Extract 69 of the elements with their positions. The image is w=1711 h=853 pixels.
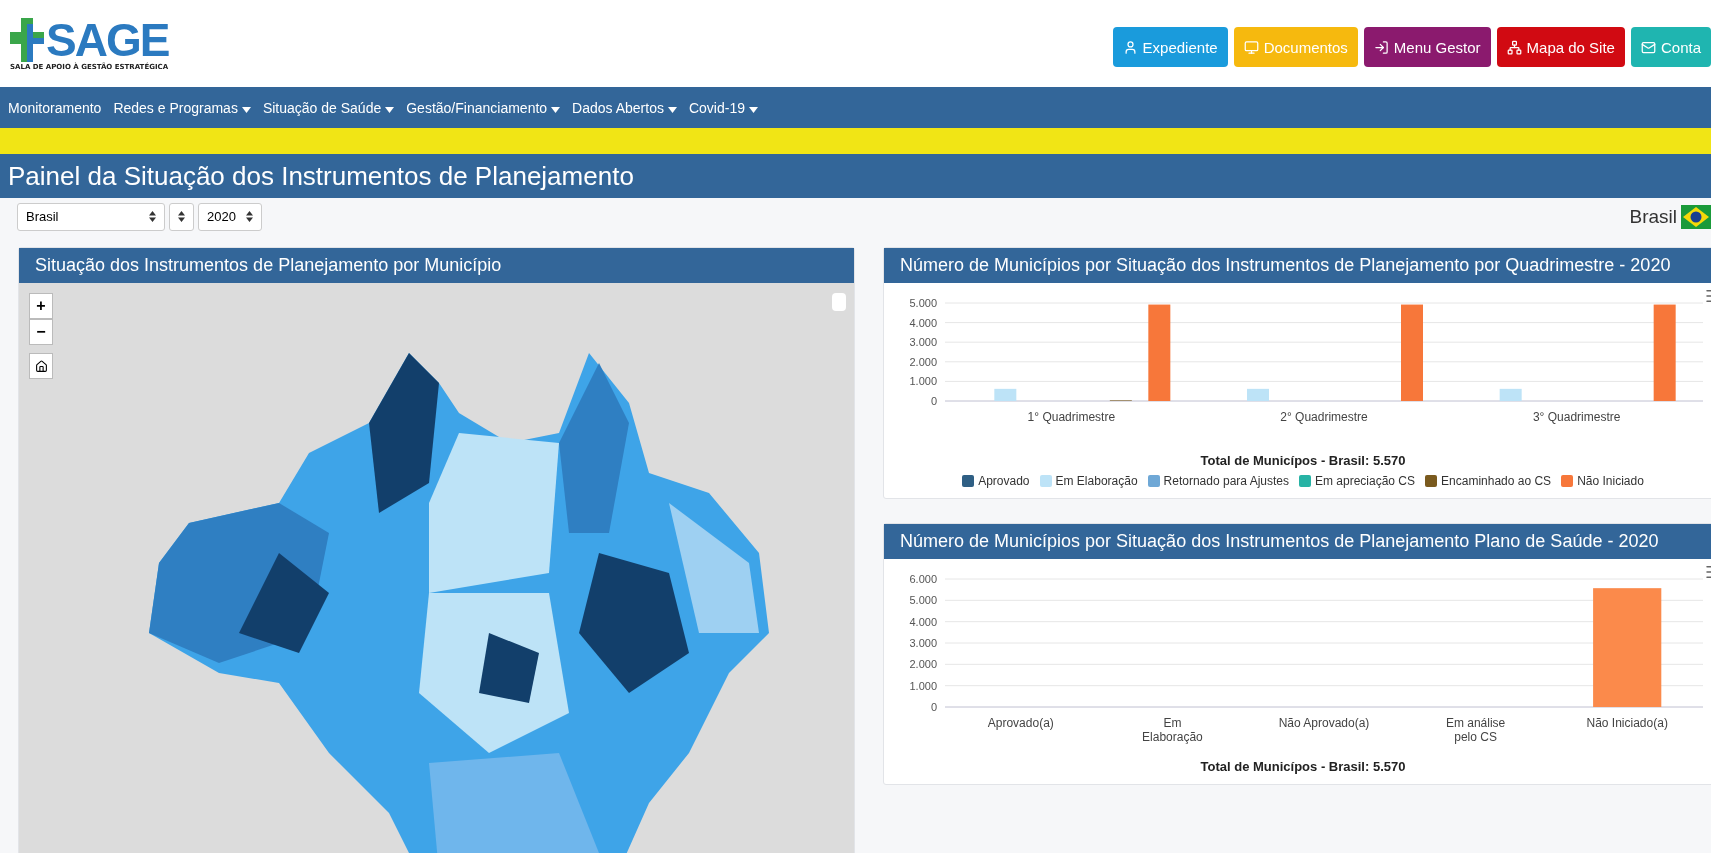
legend-label[interactable]: Aprovado <box>978 474 1030 488</box>
category-label: Em Elaboração <box>1142 716 1203 744</box>
location-select[interactable]: Brasil <box>17 202 165 231</box>
axis-tick-label: 5.000 <box>909 297 937 309</box>
bar <box>994 388 1017 401</box>
legend-label[interactable]: Em Elaboração <box>1055 474 1138 488</box>
category-label: Não Iniciado(a) <box>1586 716 1668 730</box>
spinner-arrows-icon <box>178 211 185 222</box>
axis-tick-label: 4.000 <box>909 615 937 628</box>
chart-caption: Total de Municípos - Brasil: 5.570 <box>1200 759 1406 774</box>
category-label: Aprovado(a) <box>987 716 1054 730</box>
year-select[interactable]: 2020 <box>198 202 262 231</box>
caret-icon <box>748 106 758 113</box>
axis-tick-label: 3.000 <box>909 336 937 349</box>
nav-menu-item[interactable]: Dados Abertos <box>568 99 681 116</box>
bar <box>1499 388 1522 401</box>
category-label: 3° Quadrimestre <box>1532 410 1621 424</box>
zoom-out-button[interactable]: − <box>29 319 53 345</box>
user-icon <box>1122 39 1138 55</box>
bar <box>1247 388 1269 401</box>
category-label: Em análise pelo CS <box>1445 716 1506 744</box>
cross-logo-icon <box>10 17 44 62</box>
axis-tick-label: 1.000 <box>909 679 937 692</box>
zoom-in-button[interactable]: + <box>29 293 53 319</box>
logo-name: SAGE <box>46 16 169 63</box>
axis-tick-label: 2.000 <box>909 658 937 671</box>
caret-icon <box>667 106 677 113</box>
nav-menu-item[interactable]: Monitoramento <box>4 99 106 116</box>
legend-label[interactable]: Em apreciação CS <box>1315 474 1416 488</box>
caret-icon <box>241 106 251 113</box>
category-label: 2° Quadrimestre <box>1280 410 1368 424</box>
category-label: 1° Quadrimestre <box>1027 410 1116 424</box>
empty-select[interactable] <box>169 202 194 231</box>
axis-tick-label: 6.000 <box>909 573 937 585</box>
map-toggle[interactable] <box>832 293 846 311</box>
login-icon <box>1373 39 1389 55</box>
category-label: Não Aprovado(a) <box>1278 716 1370 730</box>
spinner-arrows-icon <box>245 211 253 222</box>
flag-icon <box>1681 204 1711 229</box>
axis-tick-label: 5.000 <box>909 594 937 607</box>
legend-label[interactable]: Não Iniciado <box>1577 474 1644 488</box>
caret-icon <box>551 106 561 113</box>
axis-tick-label: 3.000 <box>909 637 937 649</box>
legend-label[interactable]: Encaminhado ao CS <box>1441 474 1552 488</box>
axis-tick-label: 0 <box>930 395 937 407</box>
axis-tick-label: 0 <box>930 701 937 713</box>
nav-menu-item[interactable]: Redes e Programas <box>109 99 255 116</box>
legend-label[interactable]: Retornado para Ajustes <box>1163 474 1289 488</box>
header-button[interactable]: Mapa do Site <box>1496 27 1625 67</box>
caret-icon <box>385 106 395 113</box>
page-title: Painel da Situação dos Instrumentos de Planejamento <box>8 160 634 192</box>
chart-caption: Total de Municípos - Brasil: 5.570 <box>1200 453 1406 468</box>
sitemap-icon <box>1506 39 1522 55</box>
monitor-icon <box>1243 39 1259 55</box>
nav-menu-item[interactable]: Covid-19 <box>684 99 762 116</box>
nav-menu-item[interactable]: Gestão/Financiamento <box>402 99 565 116</box>
mail-icon <box>1640 39 1656 55</box>
panel-title: Número de Municípios por Situação dos Instrumentos de Planejamento Plano de Saúde - 2020 <box>884 524 1711 559</box>
panel-title: Número de Municípios por Situação dos Instrumentos de Planejamento por Quadrimestre - 2020 <box>884 248 1711 283</box>
axis-tick-label: 2.000 <box>909 355 937 368</box>
panel-title: Situação dos Instrumentos de Planejamento por Município <box>19 248 854 283</box>
spinner-arrows-icon <box>149 211 156 222</box>
home-icon <box>34 359 48 373</box>
axis-tick-label: 1.000 <box>909 375 937 388</box>
home-button[interactable] <box>29 353 53 379</box>
header-button[interactable]: Menu Gestor <box>1363 27 1491 67</box>
region-label: Brasil <box>1629 205 1677 228</box>
axis-tick-label: 4.000 <box>909 316 937 329</box>
nav-menu-item[interactable]: Situação de Saúde <box>258 99 399 116</box>
